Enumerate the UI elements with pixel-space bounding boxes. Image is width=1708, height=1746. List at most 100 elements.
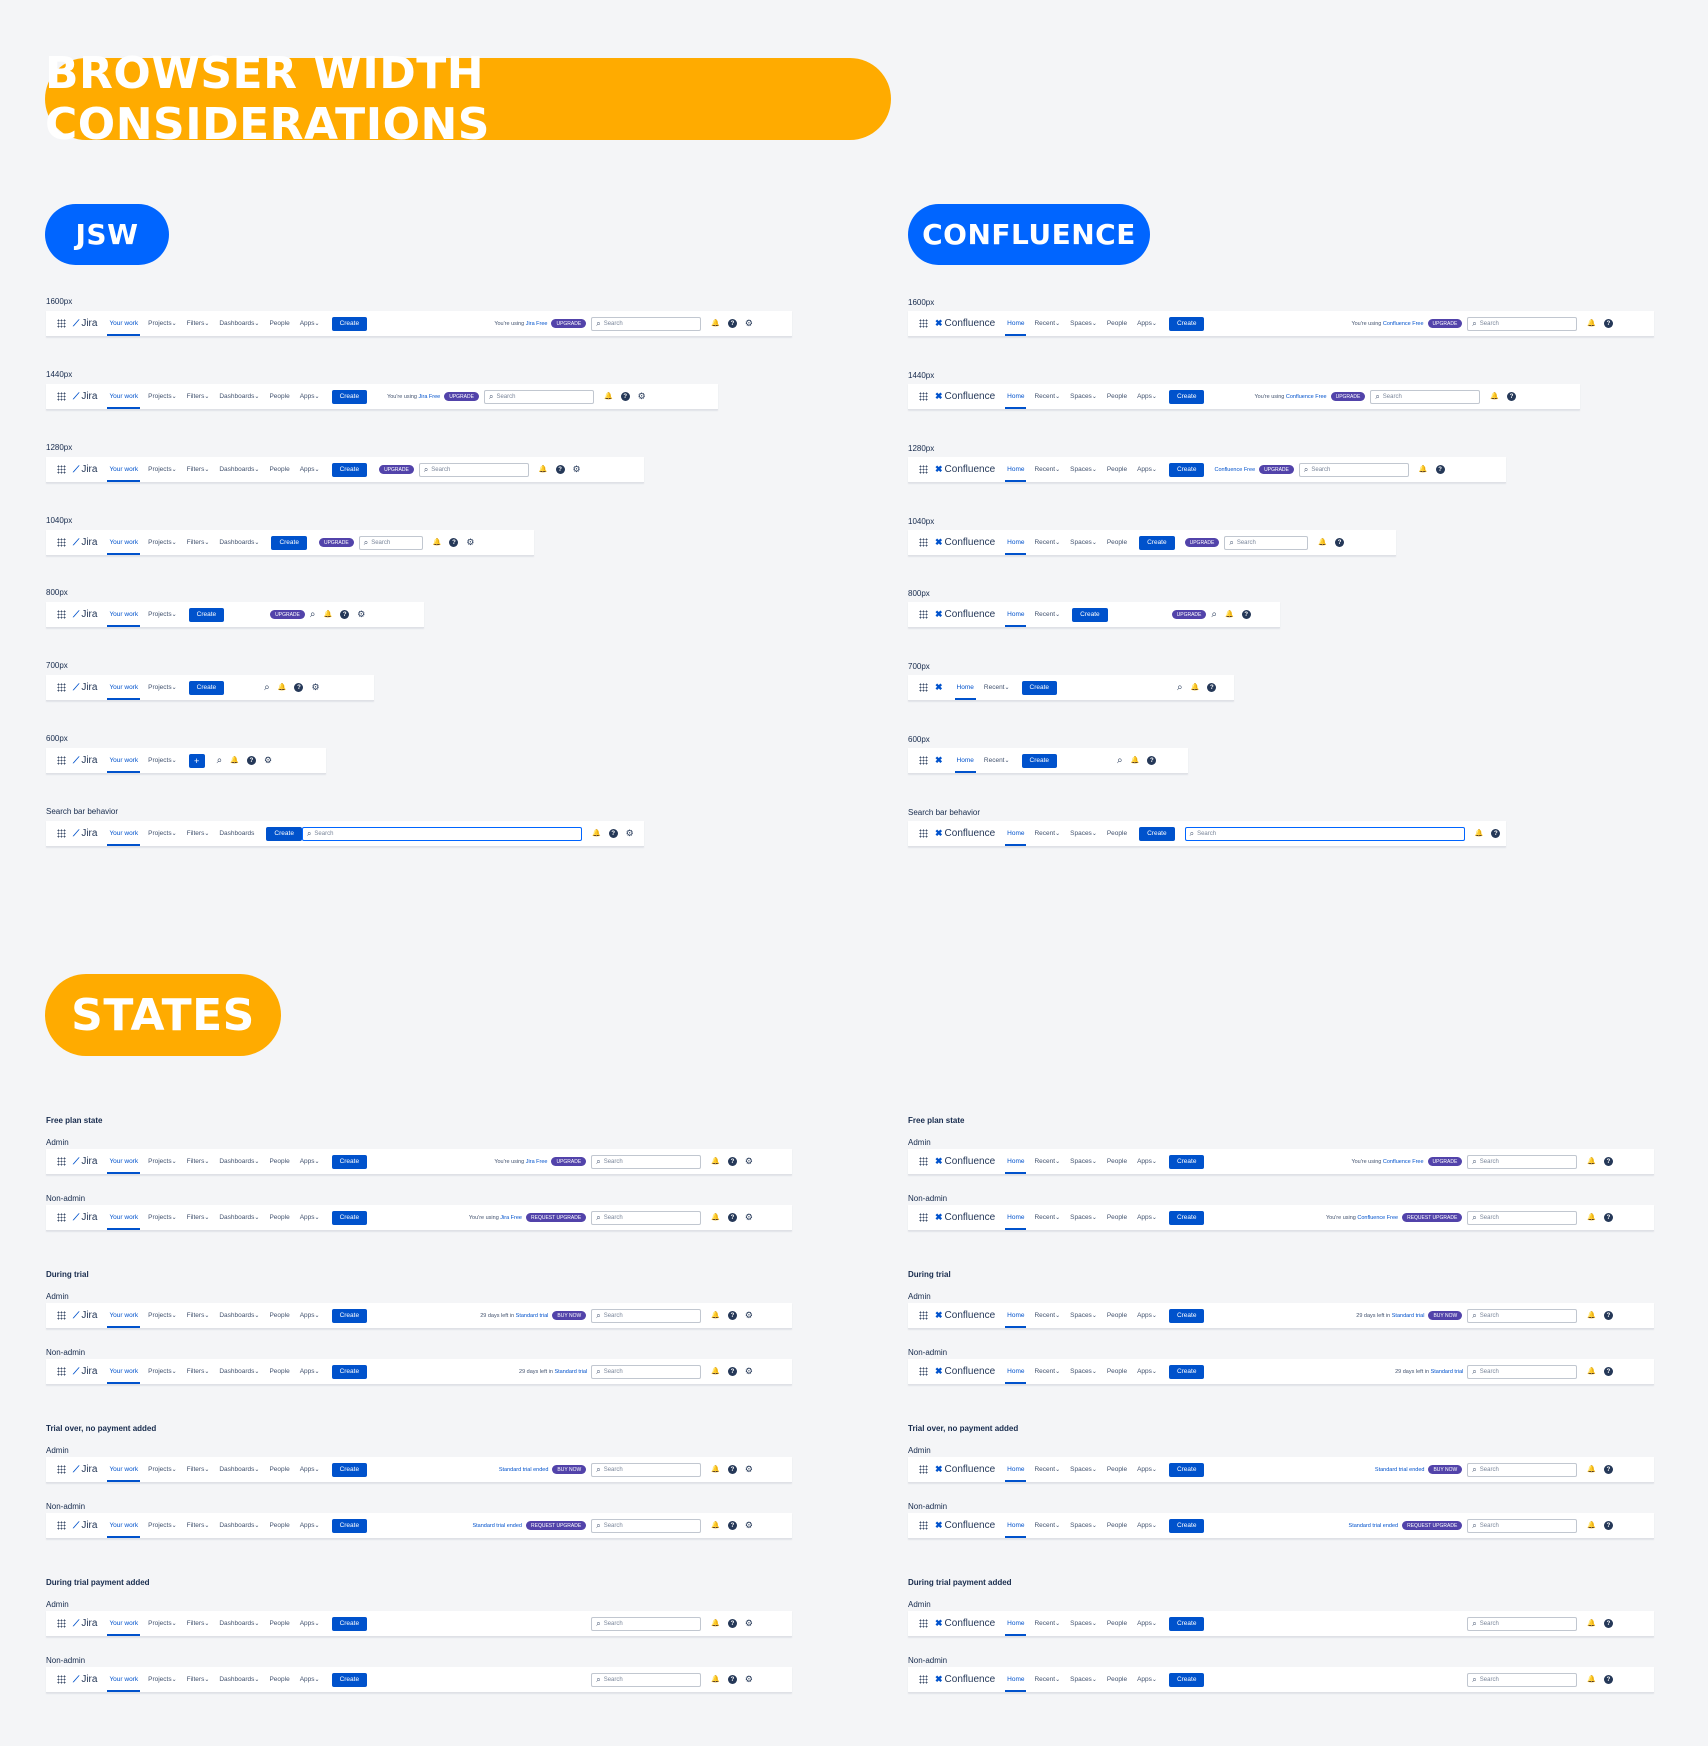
nav-item-apps[interactable]: Apps ⌄ xyxy=(1137,384,1157,409)
nav-item-projects[interactable]: Projects ⌄ xyxy=(148,1359,177,1384)
app-switcher-icon[interactable] xyxy=(919,1465,928,1474)
nav-item-people[interactable]: People xyxy=(1107,1359,1127,1384)
notification-icon[interactable]: 🔔 xyxy=(711,1620,720,1627)
nav-item-projects[interactable]: Projects ⌄ xyxy=(148,457,177,482)
search-input[interactable]: ⌕ Search xyxy=(418,462,529,477)
help-icon[interactable]: ? xyxy=(1604,1157,1613,1166)
nav-item-home[interactable]: Home xyxy=(1005,457,1027,482)
nav-item-apps[interactable]: Apps ⌄ xyxy=(1137,1457,1157,1482)
nav-item-apps[interactable]: Apps ⌄ xyxy=(1137,457,1157,482)
notification-icon[interactable]: 🔔 xyxy=(711,320,720,327)
create-button[interactable]: Create xyxy=(1168,1210,1205,1225)
app-switcher-icon[interactable] xyxy=(919,1311,928,1320)
nav-item-spaces[interactable]: Spaces ⌄ xyxy=(1070,311,1097,336)
nav-item-your-work[interactable]: Your work xyxy=(107,1667,140,1692)
nav-item-people[interactable]: People xyxy=(1107,530,1127,555)
app-switcher-icon[interactable] xyxy=(57,1619,66,1628)
search-input[interactable]: ⌕ Search xyxy=(1467,1518,1578,1533)
gear-icon[interactable]: ⚙ xyxy=(745,1157,753,1166)
nav-item-people[interactable]: People xyxy=(269,1457,289,1482)
nav-item-people[interactable]: People xyxy=(269,1667,289,1692)
gear-icon[interactable]: ⚙ xyxy=(357,610,365,619)
nav-item-dashboards[interactable]: Dashboards ⌄ xyxy=(219,1457,259,1482)
plan-name[interactable]: Confluence Free xyxy=(1383,321,1424,327)
nav-item-dashboards[interactable]: Dashboards ⌄ xyxy=(219,530,259,555)
nav-item-your-work[interactable]: Your work xyxy=(107,602,140,627)
nav-item-people[interactable]: People xyxy=(269,1611,289,1636)
search-input[interactable]: ⌕ Search xyxy=(591,316,702,331)
confluence-logo[interactable]: ✖ xyxy=(935,755,945,766)
nav-item-spaces[interactable]: Spaces ⌄ xyxy=(1070,1457,1097,1482)
app-switcher-icon[interactable] xyxy=(57,829,66,838)
app-switcher-icon[interactable] xyxy=(919,465,928,474)
nav-item-spaces[interactable]: Spaces ⌄ xyxy=(1070,1149,1097,1174)
nav-item-people[interactable]: People xyxy=(1107,384,1127,409)
create-button[interactable]: Create xyxy=(1168,1518,1205,1533)
confluence-logo[interactable]: ✖ Confluence xyxy=(935,1674,995,1685)
help-icon[interactable]: ? xyxy=(620,392,630,401)
help-icon[interactable]: ? xyxy=(727,1675,737,1684)
create-button[interactable]: Create xyxy=(1021,753,1058,768)
nav-item-people[interactable]: People xyxy=(1107,821,1127,846)
nav-item-home[interactable]: Home xyxy=(1005,1667,1027,1692)
notification-icon[interactable]: 🔔 xyxy=(1191,684,1200,691)
nav-item-home[interactable]: Home xyxy=(1005,1149,1027,1174)
confluence-logo[interactable]: ✖ Confluence xyxy=(935,537,995,548)
app-switcher-icon[interactable] xyxy=(919,1157,928,1166)
nav-item-projects[interactable]: Projects ⌄ xyxy=(148,821,177,846)
nav-item-recent[interactable]: Recent ⌄ xyxy=(1034,384,1060,409)
nav-item-home[interactable]: Home xyxy=(1005,1205,1027,1230)
notification-icon[interactable]: 🔔 xyxy=(278,684,287,691)
notification-icon[interactable]: 🔔 xyxy=(1587,1214,1596,1221)
search-input[interactable]: ⌕ Search xyxy=(591,1518,702,1533)
gear-icon[interactable]: ⚙ xyxy=(311,683,319,692)
help-icon[interactable]: ? xyxy=(1604,1675,1613,1684)
nav-item-projects[interactable]: Projects ⌄ xyxy=(148,311,177,336)
search-icon[interactable]: ⌕ xyxy=(264,682,270,693)
help-icon[interactable]: ? xyxy=(555,465,565,474)
nav-item-apps[interactable]: Apps ⌄ xyxy=(300,1611,320,1636)
nav-item-recent[interactable]: Recent ⌄ xyxy=(1034,311,1060,336)
gear-icon[interactable]: ⚙ xyxy=(745,1619,753,1628)
trial-plan[interactable]: Standard trial xyxy=(516,1313,549,1319)
notification-icon[interactable]: 🔔 xyxy=(1587,1368,1596,1375)
nav-item-recent[interactable]: Recent ⌄ xyxy=(1034,457,1060,482)
notification-icon[interactable]: 🔔 xyxy=(230,757,239,764)
app-switcher-icon[interactable] xyxy=(57,1311,66,1320)
nav-item-projects[interactable]: Projects ⌄ xyxy=(148,1513,177,1538)
search-input[interactable]: ⌕ Search xyxy=(591,1210,702,1225)
create-button[interactable]: Create xyxy=(1168,389,1205,404)
create-button[interactable]: Create xyxy=(1021,680,1058,695)
plan-name[interactable]: Confluence Free xyxy=(1286,394,1327,400)
nav-item-filters[interactable]: Filters ⌄ xyxy=(187,1149,210,1174)
app-switcher-icon[interactable] xyxy=(57,1465,66,1474)
search-input[interactable]: ⌕ Search xyxy=(591,1308,702,1323)
nav-item-apps[interactable]: Apps ⌄ xyxy=(300,457,320,482)
app-switcher-icon[interactable] xyxy=(919,1367,928,1376)
jira-logo[interactable]: ⟋ Jira xyxy=(73,755,97,766)
jira-logo[interactable]: ⟋ Jira xyxy=(73,828,97,839)
help-icon[interactable]: ? xyxy=(727,319,737,328)
nav-item-filters[interactable]: Filters ⌄ xyxy=(187,311,210,336)
search-icon[interactable]: ⌕ xyxy=(1211,609,1217,620)
nav-item-home[interactable]: Home xyxy=(954,675,977,700)
notification-icon[interactable]: 🔔 xyxy=(1475,830,1484,837)
app-switcher-icon[interactable] xyxy=(57,1157,66,1166)
create-button[interactable]: Create xyxy=(1072,607,1108,622)
app-switcher-icon[interactable] xyxy=(57,392,66,401)
nav-item-your-work[interactable]: Your work xyxy=(107,1205,140,1230)
gear-icon[interactable]: ⚙ xyxy=(466,538,474,547)
app-switcher-icon[interactable] xyxy=(57,1675,66,1684)
app-switcher-icon[interactable] xyxy=(919,756,928,765)
upgrade-badge[interactable]: UPGRADE xyxy=(1259,465,1294,474)
nav-item-dashboards[interactable]: Dashboards xyxy=(219,821,254,846)
app-switcher-icon[interactable] xyxy=(919,538,928,547)
nav-item-filters[interactable]: Filters ⌄ xyxy=(187,530,210,555)
app-switcher-icon[interactable] xyxy=(919,1521,928,1530)
search-input[interactable]: ⌕ Search xyxy=(1467,1154,1578,1169)
search-input[interactable]: ⌕ Search xyxy=(1370,389,1481,404)
create-button[interactable]: Create xyxy=(331,1364,368,1379)
upgrade-badge[interactable]: UPGRADE xyxy=(1427,1157,1463,1166)
nav-item-projects[interactable]: Projects ⌄ xyxy=(148,1611,177,1636)
nav-item-apps[interactable]: Apps ⌄ xyxy=(1137,1513,1157,1538)
